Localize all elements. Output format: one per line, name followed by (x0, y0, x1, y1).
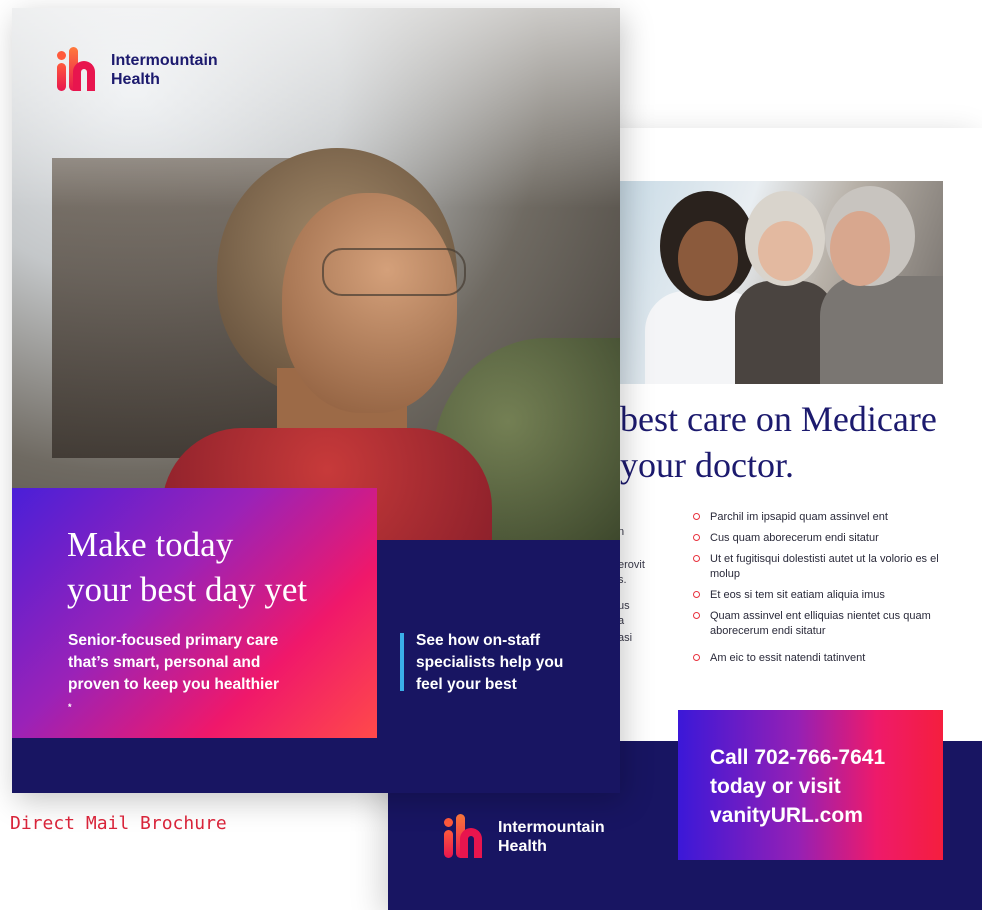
cta-line-2: today or visit (710, 775, 841, 798)
bullet-ring-icon (693, 555, 700, 562)
list-item: Ut et fugitisqui dolestisti autet ut la … (692, 552, 942, 582)
text-fragment: asi (618, 632, 633, 644)
bullet-ring-icon (693, 534, 700, 541)
callout-line-1: See how on-staff (416, 632, 541, 649)
bullet-ring-icon (693, 591, 700, 598)
subhead-line-1: Senior-focused primary care (68, 632, 279, 649)
benefit-bullet-list: Parchil im ipsapid quam assinvel ent Cus… (692, 510, 942, 672)
doctor-with-patients-photo (620, 181, 943, 384)
list-item: Quam assinvel ent elliquias nientet cus … (692, 609, 942, 639)
front-headline-line-1: Make today (67, 525, 234, 564)
list-item: Cus quam aborecerum endi sitatur (692, 531, 942, 546)
list-item: Am eic to essit natendi tatinvent (692, 651, 942, 666)
subhead-line-2: that’s smart, personal and (68, 654, 261, 671)
front-headline: Make today your best day yet (67, 522, 367, 612)
logo-name-line-2: Health (498, 838, 547, 855)
logo-name-line-1: Intermountain (111, 52, 218, 69)
list-item: Parchil im ipsapid quam assinvel ent (692, 510, 942, 525)
logo-name-line-1: Intermountain (498, 819, 605, 836)
callout-line-2: specialists help you (416, 654, 564, 671)
front-subhead: Senior-focused primary care that’s smart… (68, 630, 348, 723)
logo-name-line-2: Health (111, 71, 160, 88)
inside-headline: best care on Medicare your doctor. (620, 396, 960, 488)
intermountain-logo-icon (442, 812, 492, 862)
intermountain-logo-icon (55, 45, 105, 95)
intermountain-logo-inside: Intermountain Health (442, 812, 605, 862)
footnote-mark: * (68, 702, 72, 712)
front-headline-line-2: your best day yet (67, 570, 308, 609)
inside-headline-line-2: your doctor. (620, 445, 794, 485)
intermountain-logo-front: Intermountain Health (55, 45, 218, 95)
inside-headline-line-1: best care on Medicare (620, 399, 937, 439)
front-callout: See how on-staff specialists help you fe… (416, 630, 606, 696)
callout-accent-bar (400, 633, 404, 691)
bullet-ring-icon (693, 654, 700, 661)
subhead-line-3: proven to keep you healthier * (68, 676, 280, 712)
cta-url-line: vanityURL.com (710, 804, 863, 827)
callout-line-3: feel your best (416, 676, 517, 693)
bullet-ring-icon (693, 513, 700, 520)
call-to-action-text: Call 702-766-7641 today or visit vanityU… (710, 743, 930, 830)
brochure-caption: Direct Mail Brochure (10, 813, 227, 834)
list-item: Et eos si tem sit eatiam aliquia imus (692, 588, 942, 603)
text-fragment: erovit (618, 559, 645, 571)
bullet-ring-icon (693, 612, 700, 619)
cta-phone-line: Call 702-766-7641 (710, 746, 886, 769)
